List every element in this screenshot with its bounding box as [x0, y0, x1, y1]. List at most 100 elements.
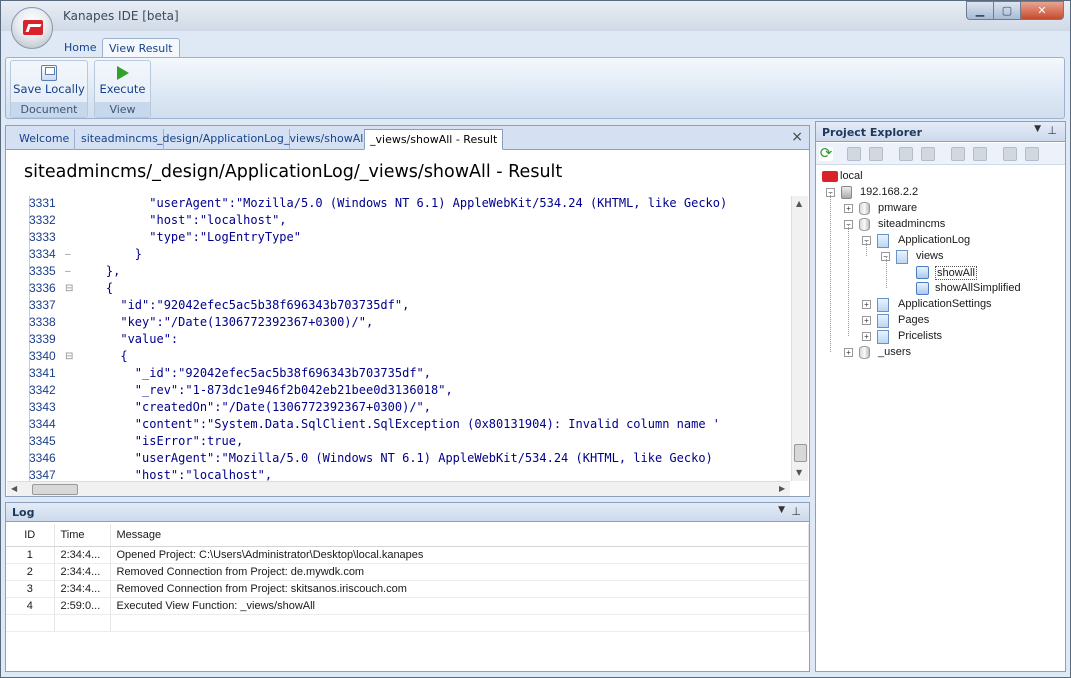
- database-icon: [859, 218, 870, 231]
- horizontal-scrollbar[interactable]: ◀ ▶: [7, 481, 790, 496]
- log-id: 4: [6, 597, 55, 615]
- log-id: 3: [6, 580, 55, 598]
- log-row[interactable]: 3 2:34:4... Removed Connection from Proj…: [6, 580, 809, 598]
- line-number: 3338: [29, 315, 56, 329]
- scroll-down-icon[interactable]: ▼: [796, 468, 802, 477]
- column-header-time[interactable]: Time: [54, 524, 111, 547]
- document-icon: [896, 250, 908, 264]
- document-tabs: Welcome siteadmincms _design/Application…: [6, 126, 809, 150]
- scrollbar-thumb[interactable]: [794, 444, 807, 462]
- column-header-message[interactable]: Message: [110, 524, 809, 547]
- code-editor[interactable]: 3331 "userAgent":"Mozilla/5.0 (Windows N…: [7, 196, 790, 481]
- add-server-icon[interactable]: [847, 147, 861, 161]
- scrollbar-thumb[interactable]: [32, 484, 78, 495]
- tree-node-label: 192.168.2.2: [860, 186, 919, 198]
- tab-siteadmincms[interactable]: siteadmincms: [76, 129, 164, 150]
- code-text: "host":"localhost",: [77, 468, 273, 481]
- tab-design-applicationlog[interactable]: _design/ApplicationLog: [152, 129, 290, 150]
- close-window-button[interactable]: ✕: [1020, 1, 1064, 20]
- line-number: 3345: [29, 434, 56, 448]
- scroll-up-icon[interactable]: ▲: [796, 199, 802, 208]
- code-line: 3342 "_rev":"1-873dc1e946f2b042eb21bee0d…: [7, 382, 790, 399]
- remove-database-icon[interactable]: [921, 147, 935, 161]
- log-row[interactable]: 4 2:59:0... Executed View Function: _vie…: [6, 597, 809, 615]
- scroll-right-icon[interactable]: ▶: [779, 484, 785, 493]
- expand-icon[interactable]: +: [862, 316, 871, 325]
- add-document-icon[interactable]: [951, 147, 965, 161]
- vertical-scrollbar[interactable]: ▲ ▼: [791, 196, 808, 481]
- tree-connector-line: [848, 224, 849, 336]
- close-document-icon[interactable]: ×: [791, 129, 803, 145]
- line-number: 3337: [29, 298, 56, 312]
- ribbon-tab-home[interactable]: Home: [58, 38, 102, 58]
- fold-marker-icon[interactable]: ⊟: [65, 280, 75, 297]
- ribbon-group-view: Execute View: [94, 60, 151, 118]
- ribbon: Save Locally Document Execute View: [5, 57, 1065, 119]
- code-text: "_rev":"1-873dc1e946f2b042eb21bee0d31360…: [77, 383, 453, 397]
- expand-icon[interactable]: +: [862, 332, 871, 341]
- refresh-icon[interactable]: ⟳: [819, 146, 833, 161]
- tree-node-label: Pricelists: [898, 330, 943, 342]
- panel-dropdown-icon[interactable]: ▼: [1034, 124, 1041, 134]
- fold-marker-icon[interactable]: –: [65, 246, 75, 263]
- save-icon: [41, 65, 57, 81]
- remove-document-icon[interactable]: [973, 147, 987, 161]
- code-line: 3333 "type":"LogEntryType": [7, 229, 790, 246]
- log-header-row: ID Time Message: [6, 524, 809, 547]
- log-id: 2: [6, 563, 55, 581]
- save-locally-button[interactable]: Save Locally: [11, 63, 87, 101]
- log-row[interactable]: 1 2:34:4... Opened Project: C:\Users\Adm…: [6, 546, 809, 564]
- code-line: 3347 "host":"localhost",: [7, 467, 790, 481]
- ribbon-group-document: Save Locally Document: [10, 60, 88, 118]
- line-number: 3344: [29, 417, 56, 431]
- remove-server-icon[interactable]: [869, 147, 883, 161]
- new-item-icon[interactable]: [1003, 147, 1017, 161]
- fold-marker-icon[interactable]: ⊟: [65, 348, 75, 365]
- tab-views-showall[interactable]: _views/showAll: [279, 129, 373, 150]
- execute-button[interactable]: Execute: [95, 63, 150, 101]
- maximize-button[interactable]: ▢: [993, 1, 1020, 20]
- line-number: 3339: [29, 332, 56, 346]
- code-line: 3340 ⊟ {: [7, 348, 790, 365]
- tree-node-label: showAll: [935, 266, 977, 280]
- tab-views-showall-result[interactable]: _views/showAll - Result: [364, 129, 504, 150]
- line-number: 3347: [29, 468, 56, 481]
- pin-icon[interactable]: ⊥: [791, 505, 801, 518]
- code-text: "value":: [77, 332, 179, 346]
- play-icon: [116, 66, 129, 80]
- tab-welcome[interactable]: Welcome: [14, 129, 76, 150]
- expand-icon[interactable]: +: [844, 204, 853, 213]
- expand-icon[interactable]: +: [862, 300, 871, 309]
- log-message: Opened Project: C:\Users\Administrator\D…: [110, 546, 809, 564]
- window-controls: ▁ ▢ ✕: [966, 1, 1064, 20]
- code-text: }: [77, 247, 143, 261]
- code-text: {: [77, 281, 114, 295]
- fold-marker-icon[interactable]: –: [65, 263, 75, 280]
- tree-node-label: local: [840, 170, 863, 182]
- document-icon: [877, 314, 889, 328]
- pin-icon[interactable]: ⊥: [1047, 124, 1057, 137]
- copy-icon[interactable]: [1025, 147, 1039, 161]
- column-header-id[interactable]: ID: [6, 524, 55, 547]
- application-menu-button[interactable]: [11, 7, 53, 49]
- code-text: },: [77, 264, 121, 278]
- add-database-icon[interactable]: [899, 147, 913, 161]
- log-panel-header: Log ▼ ⊥: [6, 503, 809, 522]
- document-icon: [877, 298, 889, 312]
- code-line: 3346 "userAgent":"Mozilla/5.0 (Windows N…: [7, 450, 790, 467]
- tree-node-label: pmware: [878, 202, 918, 214]
- minimize-button[interactable]: ▁: [966, 1, 993, 20]
- kanapes-logo-icon: [23, 20, 43, 35]
- project-explorer-title: Project Explorer: [822, 126, 923, 139]
- panel-dropdown-icon[interactable]: ▼: [778, 505, 785, 515]
- project-explorer-header: Project Explorer ▼ ⊥: [816, 122, 1065, 142]
- log-time: 2:34:4...: [54, 546, 111, 564]
- ribbon-tab-view-result[interactable]: View Result: [102, 38, 180, 58]
- scroll-left-icon[interactable]: ◀: [11, 484, 17, 493]
- expand-icon[interactable]: +: [844, 348, 853, 357]
- line-number: 3331: [29, 196, 56, 210]
- log-row[interactable]: 2 2:34:4... Removed Connection from Proj…: [6, 563, 809, 581]
- tree-node-label: views: [916, 250, 944, 262]
- line-number: 3343: [29, 400, 56, 414]
- title-bar: Kanapes IDE [beta] ▁ ▢ ✕: [1, 1, 1070, 31]
